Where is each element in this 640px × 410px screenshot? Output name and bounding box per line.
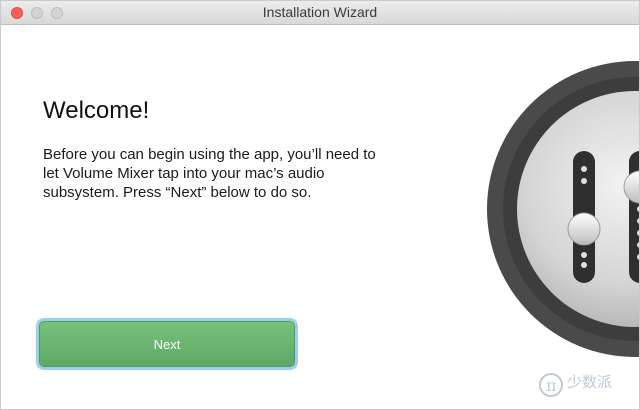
volume-mixer-app-icon xyxy=(487,61,639,357)
next-button[interactable]: Next xyxy=(39,321,295,367)
welcome-heading: Welcome! xyxy=(43,97,150,124)
window-title: Installation Wizard xyxy=(262,4,378,20)
svg-text:少数派: 少数派 xyxy=(567,373,612,391)
svg-text:π: π xyxy=(546,376,557,395)
welcome-description: Before you can begin using the app, you’… xyxy=(43,146,376,201)
installation-wizard-window: Installation Wizard Welcome! Before you … xyxy=(0,0,640,410)
title-bar[interactable]: Installation Wizard xyxy=(1,1,639,25)
watermark-logo: π 少数派 xyxy=(539,373,612,397)
